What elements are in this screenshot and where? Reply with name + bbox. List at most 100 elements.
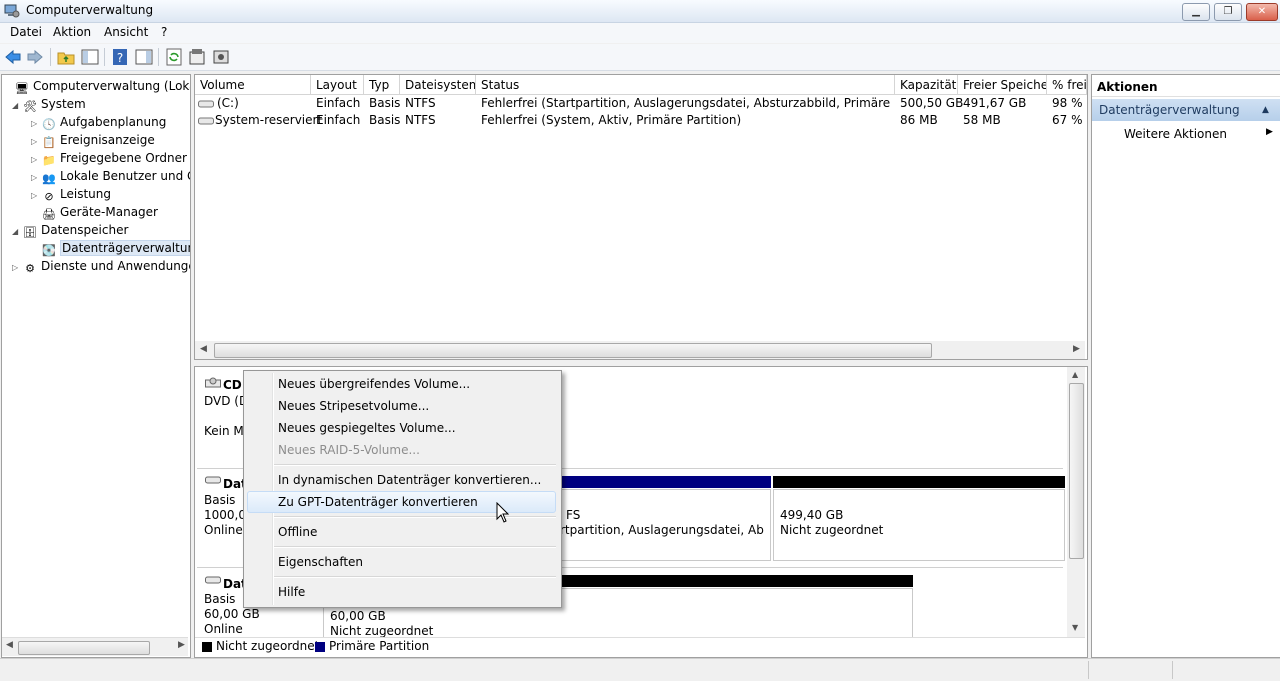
disk-settings-icon[interactable] bbox=[212, 48, 230, 66]
menu-ansicht[interactable]: Ansicht bbox=[102, 25, 150, 39]
status-bar bbox=[0, 658, 1280, 681]
column-header-freier-speicher[interactable]: Freier Speicher bbox=[958, 75, 1047, 95]
tree-item-ereignisanzeige[interactable]: ▷ 📋 Ereignisanzeige bbox=[31, 131, 155, 149]
toolbar: ? bbox=[0, 44, 1280, 71]
column-header-prozent-frei[interactable]: % frei bbox=[1047, 75, 1087, 95]
menu-item-convert-dynamic[interactable]: In dynamischen Datenträger konvertieren.… bbox=[278, 469, 541, 491]
cell-volume: (C:) bbox=[217, 96, 239, 110]
close-button[interactable]: ✕ bbox=[1246, 3, 1278, 21]
scroll-thumb[interactable] bbox=[1069, 383, 1084, 559]
submenu-arrow-icon[interactable]: ▶ bbox=[1266, 127, 1273, 137]
clock-icon: 🕓 bbox=[42, 118, 56, 131]
legend: Nicht zugeordnet Primäre Partition bbox=[195, 637, 1085, 656]
cell-freier-speicher: 491,67 GB bbox=[963, 96, 1027, 110]
menu-icon-gutter bbox=[272, 373, 274, 605]
menu-item-convert-gpt[interactable]: Zu GPT-Datenträger konvertieren bbox=[278, 491, 478, 513]
cell-layout: Einfach bbox=[316, 113, 361, 127]
folder-up-icon[interactable] bbox=[57, 48, 75, 66]
volume-horizontal-scrollbar[interactable]: ◀ ▶ bbox=[195, 341, 1085, 359]
disk-vertical-scrollbar[interactable]: ▲ ▼ bbox=[1067, 367, 1085, 639]
column-header-volume[interactable]: Volume bbox=[195, 75, 311, 95]
tree-item-datentraegerverwaltung[interactable]: 💽 Datenträgerverwaltung bbox=[31, 239, 190, 257]
shared-folder-icon: 📁 bbox=[42, 154, 56, 167]
scroll-right-icon[interactable]: ▶ bbox=[1073, 344, 1080, 354]
tree-item-datenspeicher[interactable]: ◢ 🗄 Datenspeicher bbox=[12, 221, 128, 239]
toolbar-separator bbox=[104, 48, 105, 66]
column-header-status[interactable]: Status bbox=[476, 75, 895, 95]
menu-item-new-mirrored-volume[interactable]: Neues gespiegeltes Volume... bbox=[278, 417, 456, 439]
tree-item-leistung[interactable]: ▷ ⊘ Leistung bbox=[31, 185, 111, 203]
actions-section-header[interactable]: Datenträgerverwaltung ▲ bbox=[1092, 99, 1280, 121]
disk-icon bbox=[205, 576, 221, 584]
performance-icon: ⊘ bbox=[44, 190, 54, 203]
tree-item-freigegebene-ordner[interactable]: ▷ 📁 Freigegebene Ordner bbox=[31, 149, 187, 167]
scroll-up-icon[interactable]: ▲ bbox=[1072, 370, 1078, 379]
svg-text:?: ? bbox=[117, 51, 123, 65]
menu-item-properties[interactable]: Eigenschaften bbox=[278, 551, 363, 573]
scroll-left-icon[interactable]: ◀ bbox=[6, 640, 13, 650]
tree-item-aufgabenplanung[interactable]: ▷ 🕓 Aufgabenplanung bbox=[31, 113, 166, 131]
title-bar: Computerverwaltung ▁ ❐ ✕ bbox=[0, 0, 1280, 23]
partition-c[interactable]: FS rtpartition, Auslagerungsdatei, Abstu… bbox=[559, 489, 771, 561]
actions-pane: Aktionen Datenträgerverwaltung ▲ Weitere… bbox=[1091, 74, 1280, 658]
expand-arrow-icon[interactable]: ▷ bbox=[12, 259, 22, 277]
device-manager-icon: 🖨 bbox=[42, 208, 56, 221]
cell-prozent-frei: 67 % bbox=[1052, 113, 1083, 127]
menu-item-new-spanned-volume[interactable]: Neues übergreifendes Volume... bbox=[278, 373, 470, 395]
column-header-layout[interactable]: Layout bbox=[311, 75, 364, 95]
computer-management-icon: 🖥 bbox=[15, 82, 29, 95]
more-actions-label: Weitere Aktionen bbox=[1124, 127, 1227, 141]
navigation-tree: 🖥 Computerverwaltung (Lokal) ◢ 🛠 System ▷ 🕓 A… bbox=[1, 74, 191, 658]
scroll-down-icon[interactable]: ▼ bbox=[1072, 623, 1078, 632]
menu-help[interactable]: ? bbox=[159, 25, 169, 39]
menu-datei[interactable]: Datei bbox=[8, 25, 44, 39]
collapse-arrow-icon[interactable]: ◢ bbox=[12, 97, 22, 115]
minimize-button[interactable]: ▁ bbox=[1182, 3, 1210, 21]
legend-swatch-unallocated bbox=[202, 642, 212, 652]
collapse-arrow-icon[interactable]: ◢ bbox=[12, 223, 22, 241]
menu-item-new-striped-volume[interactable]: Neues Stripesetvolume... bbox=[278, 395, 429, 417]
scroll-left-icon[interactable]: ◀ bbox=[200, 344, 207, 354]
disk1-size: 60,00 GB bbox=[204, 607, 260, 621]
actions-title: Aktionen bbox=[1092, 75, 1280, 97]
tree-item-lokale-benutzer[interactable]: ▷👥Lokale Benutzer und Gruppen bbox=[31, 167, 190, 185]
partition-bar-primary bbox=[559, 476, 771, 488]
cell-kapazitaet: 86 MB bbox=[900, 113, 938, 127]
tree-item-dienste[interactable]: ▷ ⚙ Dienste und Anwendungen bbox=[12, 257, 190, 277]
collapse-up-icon[interactable]: ▲ bbox=[1262, 99, 1269, 121]
tree-item-computer-management[interactable]: 🖥 Computerverwaltung (Lokal) bbox=[4, 77, 190, 95]
properties-icon[interactable] bbox=[188, 48, 206, 66]
column-header-typ[interactable]: Typ bbox=[364, 75, 400, 95]
menu-item-help[interactable]: Hilfe bbox=[278, 581, 305, 603]
cell-status: Fehlerfrei (System, Aktiv, Primäre Parti… bbox=[481, 113, 742, 127]
scroll-thumb[interactable] bbox=[214, 343, 932, 358]
partition-c-filesystem: FS bbox=[566, 508, 581, 522]
partition-c-status: rtpartition, Auslagerungsdatei, Absturz bbox=[560, 523, 764, 537]
menu-item-offline[interactable]: Offline bbox=[278, 521, 317, 543]
cell-dateisystem: NTFS bbox=[405, 113, 436, 127]
disk1-type: Basis bbox=[204, 592, 236, 606]
users-icon: 👥 bbox=[42, 172, 56, 185]
menu-bar: Datei Aktion Ansicht ? bbox=[0, 23, 1280, 43]
show-hide-action-icon[interactable] bbox=[135, 48, 153, 66]
refresh-icon[interactable] bbox=[165, 48, 183, 66]
disk0-state: Online bbox=[204, 523, 243, 537]
legend-label-unallocated: Nicht zugeordnet bbox=[216, 639, 320, 653]
menu-aktion[interactable]: Aktion bbox=[51, 25, 93, 39]
partition-unallocated-0[interactable]: 499,40 GB Nicht zugeordnet bbox=[773, 489, 1065, 561]
more-actions-item[interactable]: Weitere Aktionen bbox=[1124, 125, 1227, 143]
show-hide-tree-icon[interactable] bbox=[81, 48, 99, 66]
help-icon[interactable]: ? bbox=[111, 48, 129, 66]
column-header-dateisystem[interactable]: Dateisystem bbox=[400, 75, 476, 95]
tree-item-system[interactable]: ◢ 🛠 System bbox=[12, 95, 86, 113]
cell-freier-speicher: 58 MB bbox=[963, 113, 1001, 127]
scroll-right-icon[interactable]: ▶ bbox=[178, 640, 185, 650]
scroll-thumb[interactable] bbox=[18, 641, 150, 655]
column-header-kapazitaet[interactable]: Kapazität bbox=[895, 75, 958, 95]
actions-section-label: Datenträgerverwaltung bbox=[1099, 103, 1240, 117]
restore-button[interactable]: ❐ bbox=[1214, 3, 1242, 21]
tree-item-geraete-manager[interactable]: 🖨 Geräte-Manager bbox=[31, 203, 158, 221]
forward-arrow-icon[interactable] bbox=[26, 48, 44, 66]
back-arrow-icon[interactable] bbox=[4, 48, 22, 66]
tree-horizontal-scrollbar[interactable]: ◀ ▶ bbox=[2, 637, 188, 656]
